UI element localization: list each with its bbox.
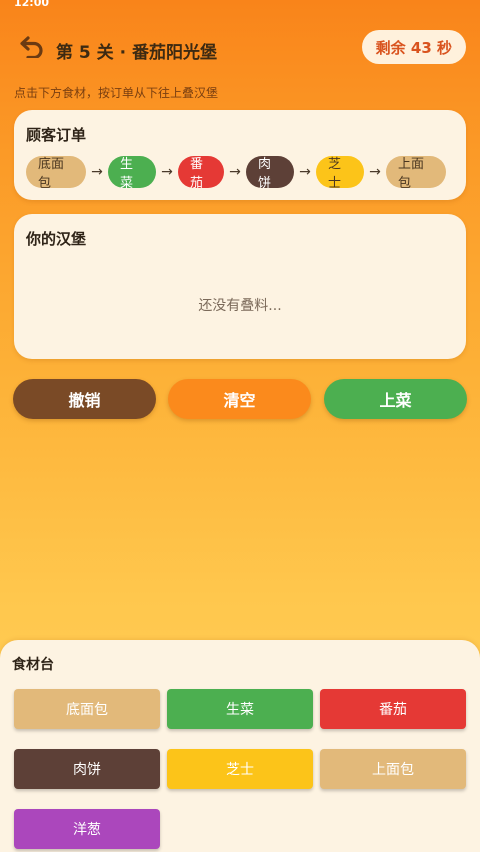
header: 第 5 关 · 番茄阳光堡 剩余 43 秒 (0, 30, 480, 66)
ingredient-button[interactable]: 芝士 (167, 749, 313, 789)
order-item-chip: 上面包 (386, 156, 446, 191)
your-burger-card: 你的汉堡 还没有叠料... (14, 214, 466, 359)
undo-button[interactable]: 撤销 (13, 379, 156, 419)
serve-button[interactable]: 上菜 (324, 379, 467, 419)
order-item-chip: 芝士 (316, 156, 364, 191)
ingredient-pantry: 食材台 底面包 生菜 番茄肉饼 芝士 上面包洋葱 (0, 640, 480, 852)
order-sequence: 底面包 → 生菜 → 番茄 → 肉饼 → 芝士 → 上面包 (26, 156, 446, 191)
order-arrow: → (299, 164, 311, 180)
order-item-chip: 底面包 (26, 156, 86, 191)
instruction-text: 点击下方食材，按订单从下往上叠汉堡 (14, 86, 219, 100)
action-bar: 撤销 清空 上菜 (13, 379, 467, 419)
ingredient-button[interactable]: 番茄 (320, 689, 466, 729)
ingredient-button[interactable]: 底面包 (14, 689, 160, 729)
order-item-chip: 生菜 (108, 156, 156, 191)
status-time: 12:00 (14, 0, 50, 9)
order-title: 顾客订单 (26, 126, 87, 144)
order-arrow: → (369, 164, 381, 180)
order-arrow: → (161, 164, 173, 180)
order-arrow: → (229, 164, 241, 180)
status-bar: 12:00 (0, 0, 480, 10)
burger-title: 你的汉堡 (26, 230, 87, 248)
level-title: 第 5 关 · 番茄阳光堡 (56, 43, 217, 63)
ingredient-button[interactable]: 肉饼 (14, 749, 160, 789)
timer-badge: 剩余 43 秒 (361, 30, 466, 64)
order-arrow: → (91, 164, 103, 180)
clear-button[interactable]: 清空 (168, 379, 311, 419)
order-item-chip: 番茄 (178, 156, 224, 191)
ingredient-button[interactable]: 上面包 (320, 749, 466, 789)
pantry-title: 食材台 (12, 657, 54, 673)
ingredient-button[interactable]: 洋葱 (14, 809, 160, 849)
back-arrow-icon (19, 34, 45, 62)
order-item-chip: 肉饼 (246, 156, 294, 191)
ingredient-button[interactable]: 生菜 (167, 689, 313, 729)
empty-stack-text: 还没有叠料... (198, 298, 282, 314)
back-button[interactable] (18, 34, 46, 62)
customer-order-card: 顾客订单 底面包 → 生菜 → 番茄 → 肉饼 → 芝士 → 上面包 (14, 110, 466, 200)
